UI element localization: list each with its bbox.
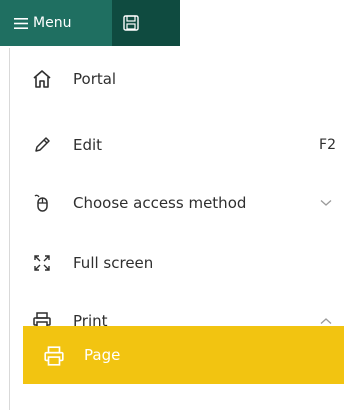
home-icon bbox=[31, 68, 53, 90]
submenu-item-page[interactable]: Page bbox=[23, 326, 344, 384]
menu-item-label: Full screen bbox=[73, 254, 154, 272]
menu-item-portal[interactable]: Portal bbox=[10, 50, 353, 108]
mouse-icon bbox=[31, 192, 53, 214]
fullscreen-icon bbox=[31, 252, 53, 274]
menu-button[interactable]: Menu bbox=[0, 0, 112, 46]
menu-item-label: Choose access method bbox=[73, 194, 247, 212]
menu-item-full-screen[interactable]: Full screen bbox=[10, 234, 353, 292]
chevron-down-icon bbox=[320, 200, 332, 206]
hamburger-icon bbox=[14, 17, 28, 29]
pencil-icon bbox=[31, 134, 53, 156]
shortcut-label: F2 bbox=[319, 137, 336, 153]
save-icon bbox=[123, 15, 139, 31]
submenu-item-label: Page bbox=[84, 346, 121, 364]
save-button[interactable] bbox=[112, 0, 180, 46]
menu-item-label: Portal bbox=[73, 70, 117, 88]
printer-icon bbox=[43, 345, 65, 367]
chevron-up-icon bbox=[320, 318, 332, 324]
menu-item-label: Edit bbox=[73, 136, 103, 154]
menu-label: Menu bbox=[33, 15, 72, 31]
top-toolbar: Menu bbox=[0, 0, 353, 46]
menu-item-edit[interactable]: Edit F2 bbox=[10, 116, 353, 174]
menu-item-choose-access-method[interactable]: Choose access method bbox=[10, 174, 353, 232]
